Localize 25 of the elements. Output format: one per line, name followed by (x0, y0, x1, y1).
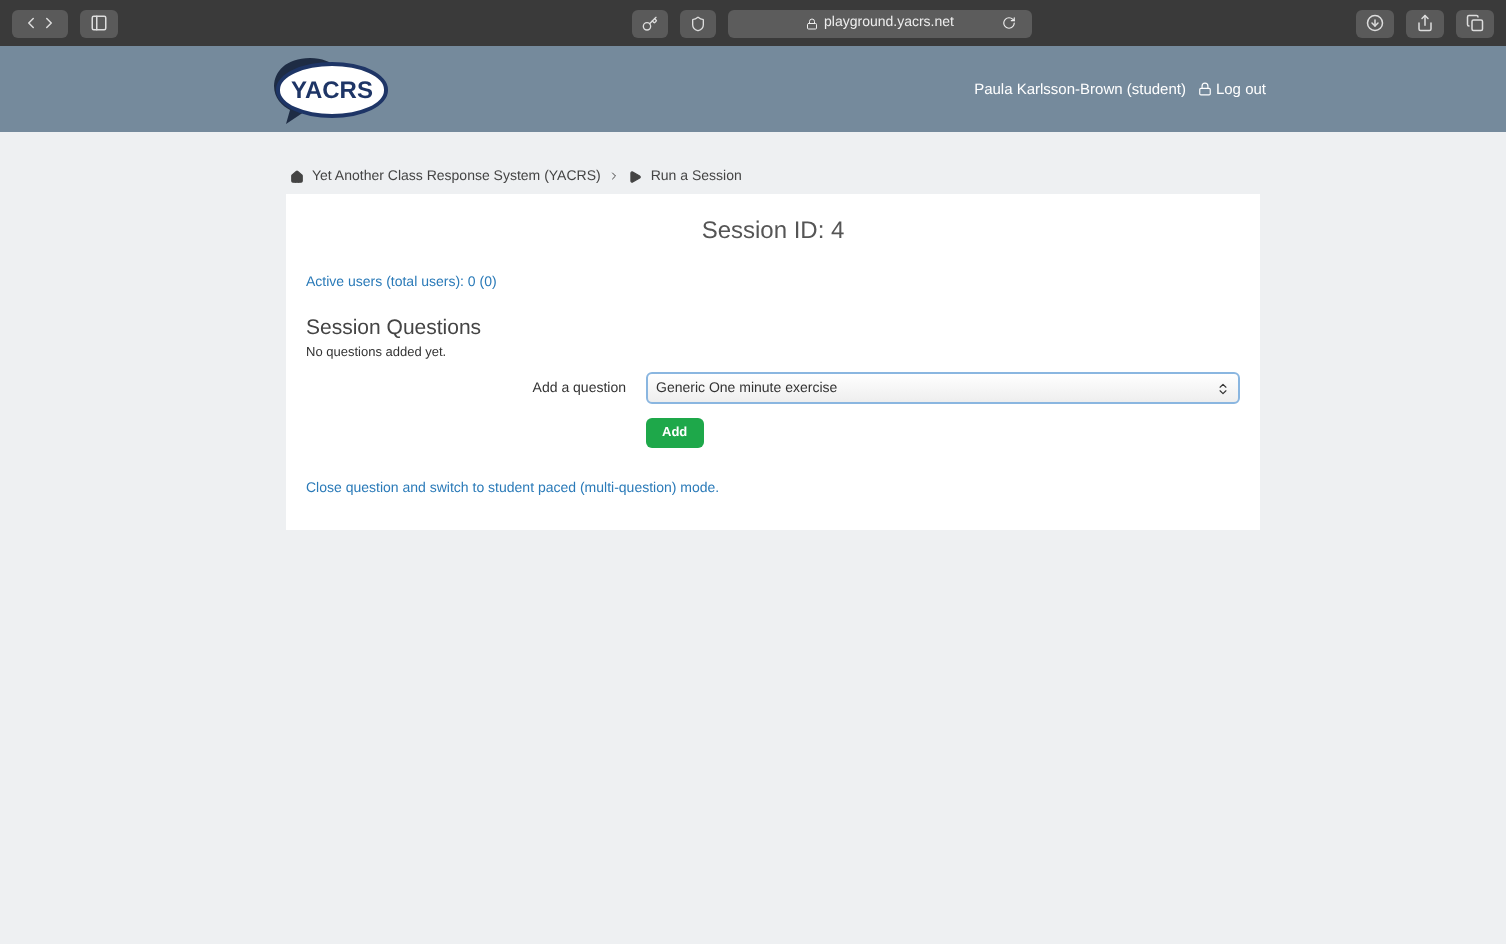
lock-icon (806, 17, 818, 29)
sidebar-icon (90, 14, 108, 32)
tabs-icon (1466, 14, 1484, 32)
updown-icon (1216, 381, 1230, 395)
download-button[interactable] (1356, 9, 1394, 37)
chevron-left-icon (22, 14, 40, 32)
lock-icon (1197, 82, 1212, 96)
privacy-button[interactable] (680, 9, 716, 37)
key-icon (642, 15, 658, 31)
back-button[interactable] (12, 9, 68, 37)
share-button[interactable] (1406, 9, 1444, 37)
share-icon (1416, 14, 1434, 32)
download-icon (1366, 14, 1384, 32)
extension-button[interactable] (632, 9, 668, 37)
play-icon (628, 169, 643, 183)
reload-icon (1002, 16, 1016, 30)
tabs-button[interactable] (1456, 9, 1494, 37)
sidebar-button[interactable] (80, 9, 118, 37)
logo-text: YACRS (275, 61, 389, 117)
shield-icon (690, 15, 706, 31)
home-icon (290, 169, 304, 183)
session-title: Session ID: 4 (699, 216, 847, 244)
chevron-right-icon (40, 14, 58, 32)
section-heading: Session Questions (306, 316, 484, 340)
separator-icon (608, 170, 621, 182)
